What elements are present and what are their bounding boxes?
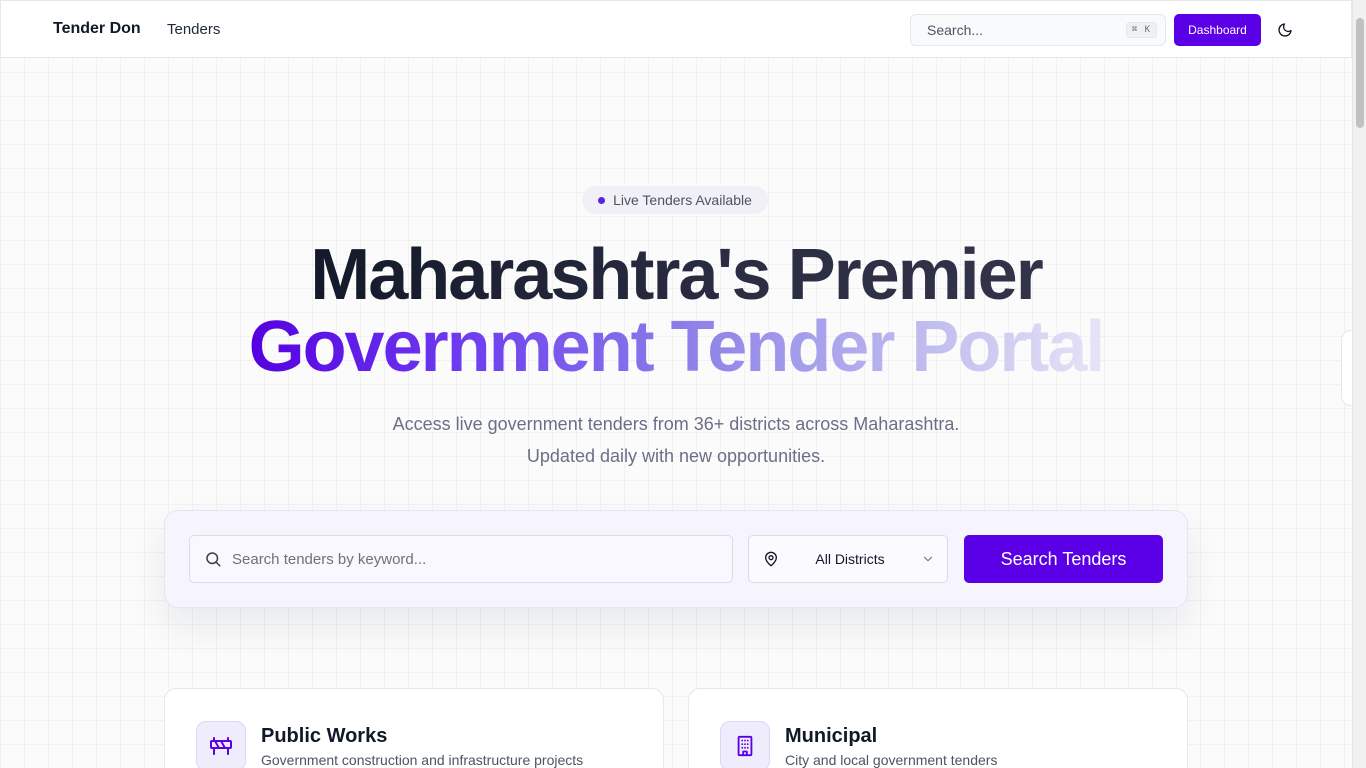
keyboard-shortcut-badge: ⌘ K: [1125, 22, 1157, 38]
hero-title-line1: Maharashtra's Premier: [0, 238, 1352, 312]
category-description: Government construction and infrastructu…: [261, 752, 584, 768]
category-icon-box: [720, 721, 770, 768]
page-scrollbar[interactable]: [1352, 0, 1366, 768]
hero-subtitle-line2: Updated daily with new opportunities.: [526, 446, 826, 466]
search-tenders-button[interactable]: Search Tenders: [964, 535, 1163, 583]
header-search-placeholder: Search...: [927, 22, 984, 38]
building-icon: [737, 735, 753, 757]
keyword-search-input[interactable]: [232, 550, 732, 568]
live-tenders-badge: Live Tenders Available: [582, 186, 768, 214]
construction-barrier-icon: [210, 737, 232, 755]
hero-title-gradient-text: Government Tender Portal: [248, 307, 1106, 387]
theme-toggle-button[interactable]: [1275, 20, 1295, 40]
header-search-input[interactable]: Search... ⌘ K: [910, 14, 1166, 46]
hero-title-line2: Government Tender Portal: [0, 310, 1352, 384]
dashboard-button[interactable]: Dashboard: [1174, 14, 1261, 46]
tender-search-panel: All Districts Search Tenders: [164, 510, 1188, 608]
search-icon: [206, 552, 221, 567]
category-title: Public Works: [261, 725, 388, 747]
district-select-value: All Districts: [815, 551, 885, 567]
category-card-public-works[interactable]: Public Works Government construction and…: [164, 688, 664, 768]
scrollbar-thumb[interactable]: [1356, 18, 1364, 128]
status-dot: [598, 196, 606, 204]
category-title: Municipal: [785, 725, 878, 747]
top-navbar: Tender Don Tenders Search... ⌘ K Dashboa…: [0, 0, 1352, 58]
hero-subtitle: Access live government tenders from 36+ …: [0, 408, 1352, 472]
category-description: City and local government tenders: [785, 752, 998, 768]
hero-subtitle-line1: Access live government tenders from 36+ …: [392, 414, 960, 434]
nav-link-tenders[interactable]: Tenders: [167, 21, 220, 38]
brand-logo[interactable]: Tender Don: [53, 20, 141, 38]
chevron-down-icon: [923, 556, 933, 562]
map-pin-icon: [765, 551, 777, 567]
moon-icon: [1278, 23, 1292, 37]
category-card-municipal[interactable]: Municipal City and local government tend…: [688, 688, 1188, 768]
district-select[interactable]: All Districts: [748, 535, 948, 583]
badge-label: Live Tenders Available: [613, 192, 752, 208]
category-icon-box: [196, 721, 246, 768]
keyword-search-field[interactable]: [189, 535, 733, 583]
